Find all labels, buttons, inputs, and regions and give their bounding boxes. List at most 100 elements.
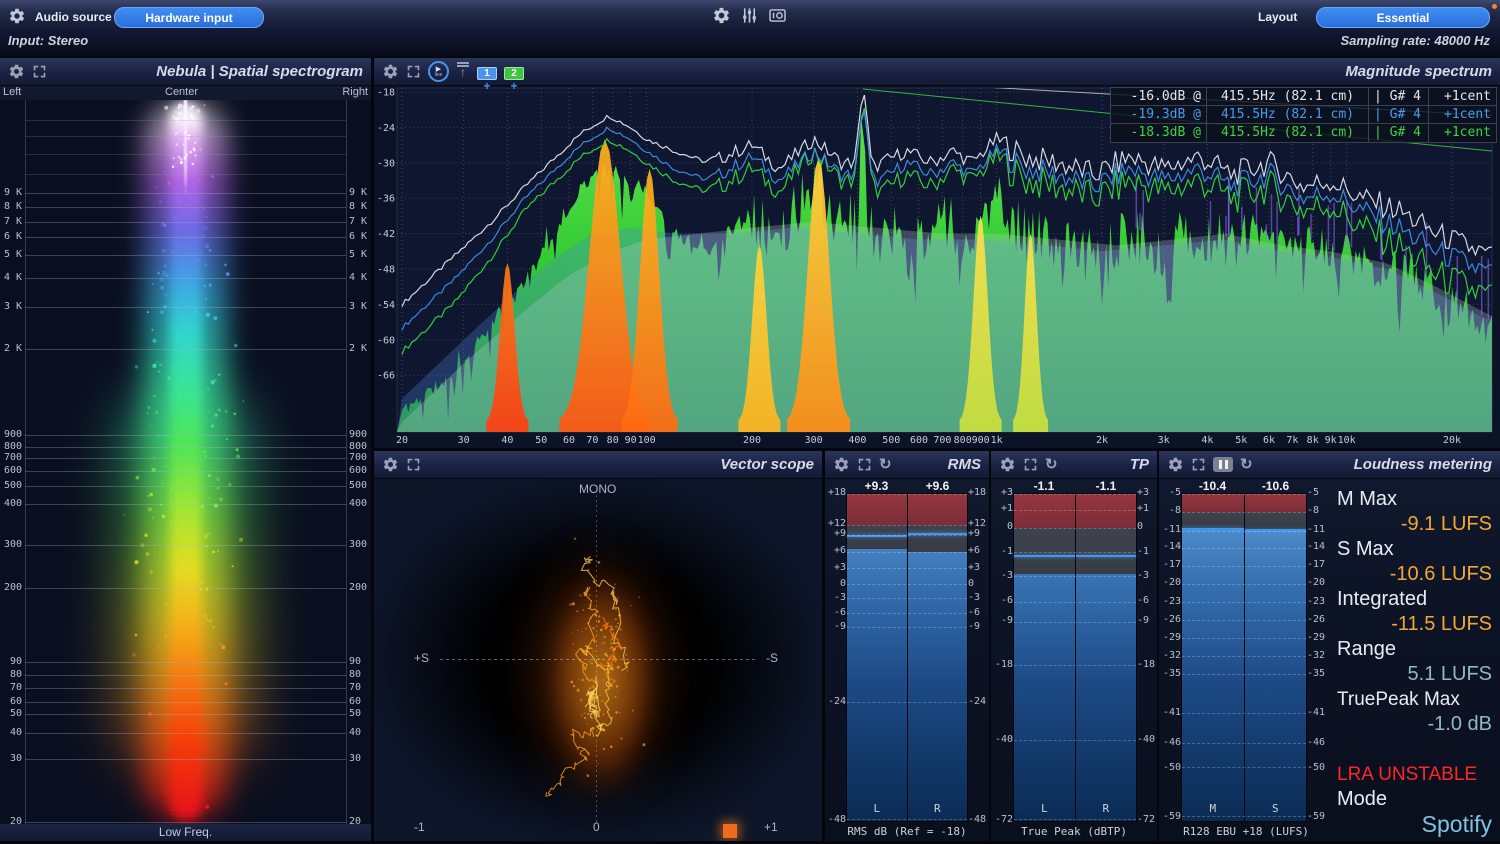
headroom-zone	[1182, 512, 1244, 528]
reset-icon[interactable]: ↻	[1240, 457, 1253, 473]
freq-tick-label: 3 K	[0, 301, 22, 312]
loudness-stat-line: S Max	[1337, 537, 1492, 562]
fullscreen-icon[interactable]	[406, 457, 421, 472]
x-axis-tick-label: 1k	[991, 435, 1003, 446]
scale-tick-label: -6	[968, 607, 989, 618]
fullscreen-icon[interactable]	[406, 64, 421, 79]
spatial-spectrogram-display[interactable]: 9 K9 K8 K8 K7 K7 K6 K6 K5 K5 K4 K4 K3 K3…	[0, 100, 371, 824]
readout-cell: | G# 4	[1368, 124, 1428, 142]
scale-tick-label: +9	[825, 528, 846, 539]
minus-s-label: -S	[766, 651, 778, 665]
freq-tick-label: 70	[349, 682, 361, 693]
hardware-input-button[interactable]: Hardware input	[114, 7, 264, 28]
scale-tick-label: -3	[1137, 570, 1157, 581]
freq-tick-label: 900	[0, 429, 22, 440]
settings-icon[interactable]	[382, 456, 399, 473]
meter-peak-values: -10.4-10.6	[1181, 479, 1307, 493]
loudness-stats: M Max-9.1 LUFSS Max-10.6 LUFSIntegrated-…	[1337, 479, 1492, 841]
lissajous-trace	[374, 479, 822, 841]
x-axis-tick-label: 80	[607, 435, 619, 446]
peak-value: -1.1	[1075, 479, 1137, 493]
loudness-stat-line: -11.5 LUFS	[1337, 612, 1492, 637]
add-slot-1-icon[interactable]: +	[483, 80, 490, 92]
freq-tick-label: 600	[349, 465, 367, 476]
pause-button[interactable]	[1213, 457, 1233, 472]
x-axis-tick-label: 90	[625, 435, 637, 446]
x-axis-tick-label: 800	[954, 435, 972, 446]
settings-icon[interactable]	[8, 7, 26, 25]
freq-tick-label: 800	[349, 441, 367, 452]
scale-tick-label: -18	[1137, 659, 1157, 670]
balance-marker[interactable]	[723, 824, 737, 838]
settings-icon[interactable]	[833, 456, 850, 473]
peak-hold-line	[1245, 530, 1307, 532]
scale-tick-label: -32	[1159, 650, 1181, 661]
settings-icon[interactable]	[1167, 456, 1184, 473]
pan-right-label: Right	[342, 86, 368, 98]
freq-tick-label: 70	[0, 682, 22, 693]
status-dot	[1492, 4, 1497, 9]
freq-tick-label: 80	[349, 669, 361, 680]
reset-icon[interactable]: ↻	[1045, 457, 1058, 473]
scale-tick-label: -17	[1159, 559, 1181, 570]
scale-tick-label: -5	[1307, 487, 1333, 498]
settings-icon[interactable]	[382, 63, 399, 80]
level-bar: S	[1244, 494, 1307, 821]
scale-tick-label: -35	[1159, 668, 1181, 679]
settings-icon[interactable]	[999, 456, 1016, 473]
pan-axis-labels: Left Center Right	[0, 86, 371, 100]
scale-tick-label: -50	[1307, 762, 1333, 773]
global-toolbar	[712, 6, 787, 25]
peak-hold-line	[908, 533, 968, 535]
grid-line	[25, 471, 346, 472]
freq-tick-label: 600	[0, 465, 22, 476]
fullscreen-icon[interactable]	[1023, 457, 1038, 472]
scale-tick-label: -6	[1137, 595, 1157, 606]
mixer-icon[interactable]	[740, 6, 759, 25]
freq-tick-label: 500	[0, 480, 22, 491]
channel-label: R	[908, 802, 968, 815]
freq-tick-label: 90	[349, 656, 361, 667]
freq-tick-label: 90	[0, 656, 22, 667]
io-routing-icon[interactable]	[768, 6, 787, 25]
fullscreen-icon[interactable]	[857, 457, 872, 472]
scale-tick-label: -3	[968, 592, 989, 603]
scale-tick-label: -23	[1159, 596, 1181, 607]
freq-tick-label: 700	[0, 452, 22, 463]
readout-row: -19.3dB @415.5Hz (82.1 cm)| G# 4+1cent	[1111, 106, 1496, 124]
live-button[interactable]: ▶ live	[428, 61, 449, 82]
meter-peak-values: -1.1-1.1	[1013, 479, 1137, 493]
global-settings-icon[interactable]	[712, 6, 731, 25]
add-slot-2-icon[interactable]: +	[510, 80, 517, 92]
readout-cell: -19.3dB @	[1111, 106, 1206, 123]
freq-tick-label: 40	[349, 727, 361, 738]
meter-bars: LR	[1013, 493, 1137, 822]
freq-tick-label: 4 K	[349, 272, 367, 283]
settings-icon[interactable]	[8, 63, 25, 80]
grid-line	[25, 662, 346, 663]
over-zone	[847, 494, 907, 525]
level-bar: R	[907, 494, 968, 821]
input-info: Input: Stereo	[8, 33, 88, 48]
over-zone	[1245, 494, 1307, 512]
grid-line	[25, 222, 346, 223]
scale-tick-label: +1	[991, 503, 1013, 514]
freeze-icon[interactable]: ↑	[456, 65, 470, 78]
essential-layout-button[interactable]: Essential	[1316, 7, 1490, 28]
fullscreen-icon[interactable]	[1191, 457, 1206, 472]
x-axis-tick-label: 10k	[1338, 435, 1356, 446]
loudness-meter: -10.4-10.6-5-8-11-14-17-20-23-26-29-32-3…	[1159, 479, 1333, 841]
grid-line	[25, 822, 346, 823]
x-axis-tick-label: 6k	[1263, 435, 1275, 446]
scale-tick-label: -23	[1307, 596, 1333, 607]
panel-title: TP	[1130, 456, 1149, 473]
scale-tick-label: -5	[1159, 487, 1181, 498]
nebula-panel: Nebula | Spatial spectrogram Left Center…	[0, 58, 371, 841]
loudness-stat-line: Range	[1337, 637, 1492, 662]
grid-line	[25, 237, 346, 238]
peak-hold-line	[1014, 555, 1075, 557]
reset-icon[interactable]: ↻	[879, 457, 892, 473]
freq-tick-label: 5 K	[0, 249, 22, 260]
meter-scale: -5-8-11-14-17-20-23-26-29-32-35-41-46-50…	[1159, 479, 1181, 822]
fullscreen-icon[interactable]	[32, 64, 47, 79]
